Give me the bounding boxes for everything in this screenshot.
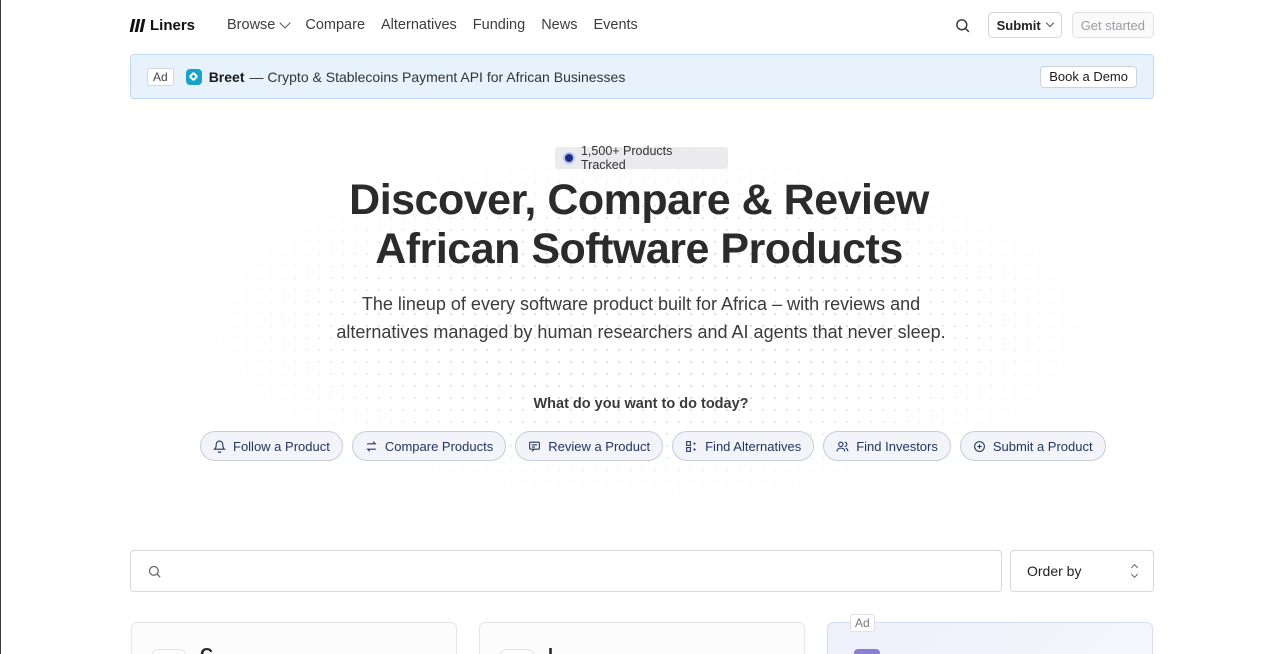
ad-banner[interactable]: Ad Breet — Crypto & Stablecoins Payment …	[130, 54, 1154, 99]
product-name: I...	[548, 645, 568, 654]
get-started-button[interactable]: Get started	[1071, 12, 1154, 38]
follow-product-button[interactable]: Follow a Product	[200, 431, 343, 461]
hero-subtitle-line-2: alternatives managed by human researcher…	[336, 322, 946, 342]
grid-search-icon	[686, 440, 696, 452]
review-product-button[interactable]: Review a Product	[515, 431, 664, 461]
find-investors-button[interactable]: Find Investors	[823, 431, 951, 461]
search-input[interactable]	[172, 563, 985, 579]
product-search-bar	[130, 550, 1002, 592]
breet-logo-icon	[185, 68, 202, 85]
sponsor-logo	[854, 649, 880, 654]
nav-compare[interactable]: Compare	[305, 17, 365, 33]
nav-actions: Submit Get started	[948, 10, 1154, 40]
compare-products-button[interactable]: Compare Products	[351, 431, 507, 461]
submit-product-button[interactable]: Submit a Product	[959, 431, 1106, 461]
logo-icon	[129, 18, 146, 32]
nav-browse[interactable]: Browse	[227, 17, 292, 33]
ad-text: — Crypto & Stablecoins Payment API for A…	[249, 68, 626, 85]
logo[interactable]: Liners	[129, 16, 196, 34]
top-nav: Liners Browse Compare Alternatives Fundi…	[129, 0, 1154, 50]
nav-news[interactable]: News	[541, 17, 577, 33]
plus-circle-icon	[973, 440, 985, 452]
submit-label: Submit	[996, 17, 1041, 33]
find-alternatives-button[interactable]: Find Alternatives	[672, 431, 815, 461]
users-icon	[836, 441, 849, 451]
chip-label: Submit a Product	[992, 438, 1093, 454]
page-title-line-1: Discover, Compare & Review	[349, 176, 929, 224]
search-icon	[148, 565, 161, 578]
hero-question: What do you want to do today?	[533, 396, 749, 412]
book-demo-button[interactable]: Book a Demo	[1040, 65, 1137, 88]
page-title-line-2: African Software Products	[375, 225, 903, 273]
search-icon[interactable]	[948, 10, 978, 40]
chevron-up-down-icon	[1130, 563, 1139, 579]
bell-icon	[213, 440, 226, 453]
hero-subtitle: The lineup of every software product bui…	[1, 290, 1276, 346]
nav-browse-label: Browse	[227, 17, 276, 33]
chip-label: Compare Products	[384, 438, 494, 454]
ad-tag: Ad	[850, 614, 875, 632]
chip-label: Find Alternatives	[705, 438, 802, 454]
product-card[interactable]: I...	[479, 622, 805, 654]
ad-brand: Breet	[208, 68, 245, 85]
page-title: Discover, Compare & Review African Softw…	[1, 176, 1276, 274]
order-by-label: Order by	[1027, 563, 1082, 579]
product-name: C...	[200, 645, 228, 654]
nav-funding[interactable]: Funding	[473, 17, 525, 33]
ad-tag: Ad	[147, 67, 174, 86]
action-chips: Follow a Product Compare Products Review…	[200, 431, 1106, 461]
chip-label: Find Investors	[856, 438, 938, 454]
nav-alternatives[interactable]: Alternatives	[381, 17, 457, 33]
product-logo	[152, 649, 186, 654]
status-dot-icon	[563, 152, 575, 164]
nav-links: Browse Compare Alternatives Funding News…	[227, 17, 638, 33]
products-tracked-badge: 1,500+ Products Tracked	[555, 144, 728, 172]
nav-events[interactable]: Events	[593, 17, 637, 33]
message-icon	[529, 441, 541, 452]
sponsored-card[interactable]: Ad	[827, 614, 1153, 654]
chip-label: Review a Product	[548, 438, 651, 454]
order-by-select[interactable]: Order by	[1010, 550, 1154, 592]
hero-subtitle-line-1: The lineup of every software product bui…	[361, 294, 921, 314]
chip-label: Follow a Product	[233, 438, 330, 454]
swap-icon	[366, 440, 377, 452]
badge-label: 1,500+ Products Tracked	[580, 144, 673, 172]
submit-dropdown-button[interactable]: Submit	[987, 12, 1062, 38]
chevron-down-icon	[1045, 18, 1054, 28]
product-card[interactable]: C...	[131, 622, 457, 654]
logo-text: Liners	[150, 16, 196, 34]
chevron-down-icon	[279, 17, 292, 29]
product-logo	[500, 649, 534, 654]
